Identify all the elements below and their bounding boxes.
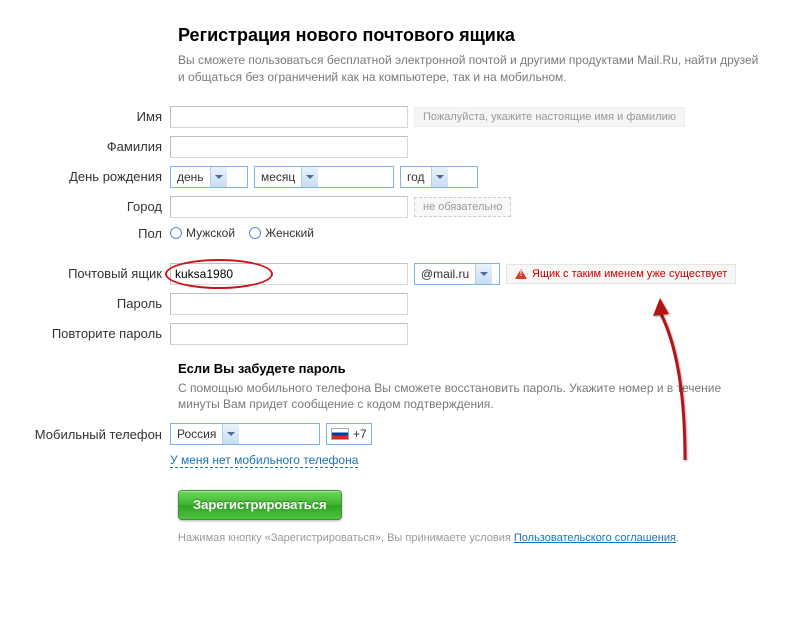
tos-link[interactable]: Пользовательского соглашения — [514, 532, 676, 544]
tos-prefix: Нажимая кнопку «Зарегистрироваться», Вы … — [178, 532, 514, 544]
mailbox-error: Ящик с таким именем уже существует — [506, 264, 736, 284]
name-hint: Пожалуйста, укажите настоящие имя и фами… — [414, 107, 685, 127]
chevron-down-icon — [301, 167, 318, 187]
label-firstname: Имя — [0, 109, 170, 124]
password-input[interactable] — [170, 293, 408, 315]
page-subtitle: Вы сможете пользоваться бесплатной элект… — [178, 52, 768, 86]
birthday-year-select[interactable]: год — [400, 166, 478, 188]
label-mailbox: Почтовый ящик — [0, 266, 170, 281]
password2-input[interactable] — [170, 323, 408, 345]
label-lastname: Фамилия — [0, 139, 170, 154]
chevron-down-icon — [431, 167, 448, 187]
gender-female-label: Женский — [265, 226, 314, 240]
flag-ru-icon — [331, 428, 349, 440]
gender-female-radio[interactable]: Женский — [249, 226, 314, 240]
lastname-input[interactable] — [170, 136, 408, 158]
phone-prefix[interactable]: +7 — [326, 423, 372, 445]
chevron-down-icon — [222, 424, 239, 444]
radio-icon — [170, 227, 182, 239]
label-city: Город — [0, 199, 170, 214]
mailbox-input[interactable] — [170, 263, 408, 285]
gender-male-radio[interactable]: Мужской — [170, 226, 235, 240]
gender-male-label: Мужской — [186, 226, 235, 240]
chevron-down-icon — [475, 264, 492, 284]
city-input[interactable] — [170, 196, 408, 218]
birthday-month-value: месяц — [255, 170, 301, 184]
chevron-down-icon — [210, 167, 227, 187]
label-password2: Повторите пароль — [0, 326, 170, 341]
tos-suffix: . — [676, 532, 679, 544]
warning-icon — [515, 269, 527, 279]
firstname-input[interactable] — [170, 106, 408, 128]
recover-text: С помощью мобильного телефона Вы сможете… — [178, 380, 738, 414]
city-hint: не обязательно — [414, 197, 511, 217]
birthday-day-value: день — [171, 170, 210, 184]
page-title: Регистрация нового почтового ящика — [178, 25, 768, 46]
label-gender: Пол — [0, 226, 170, 241]
mailbox-domain-value: @mail.ru — [415, 267, 475, 281]
phone-prefix-text: +7 — [353, 427, 367, 441]
label-birthday: День рождения — [0, 169, 170, 184]
recover-title: Если Вы забудете пароль — [178, 361, 738, 376]
birthday-month-select[interactable]: месяц — [254, 166, 394, 188]
register-button[interactable]: Зарегистрироваться — [178, 490, 342, 520]
phone-country-value: Россия — [171, 427, 222, 441]
mailbox-error-text: Ящик с таким именем уже существует — [532, 268, 727, 280]
label-password: Пароль — [0, 296, 170, 311]
radio-icon — [249, 227, 261, 239]
no-phone-link[interactable]: У меня нет мобильного телефона — [170, 453, 358, 468]
mailbox-domain-select[interactable]: @mail.ru — [414, 263, 500, 285]
birthday-day-select[interactable]: день — [170, 166, 248, 188]
phone-country-select[interactable]: Россия — [170, 423, 320, 445]
birthday-year-value: год — [401, 170, 431, 184]
label-phone: Мобильный телефон — [0, 427, 170, 442]
tos-text: Нажимая кнопку «Зарегистрироваться», Вы … — [178, 532, 797, 544]
